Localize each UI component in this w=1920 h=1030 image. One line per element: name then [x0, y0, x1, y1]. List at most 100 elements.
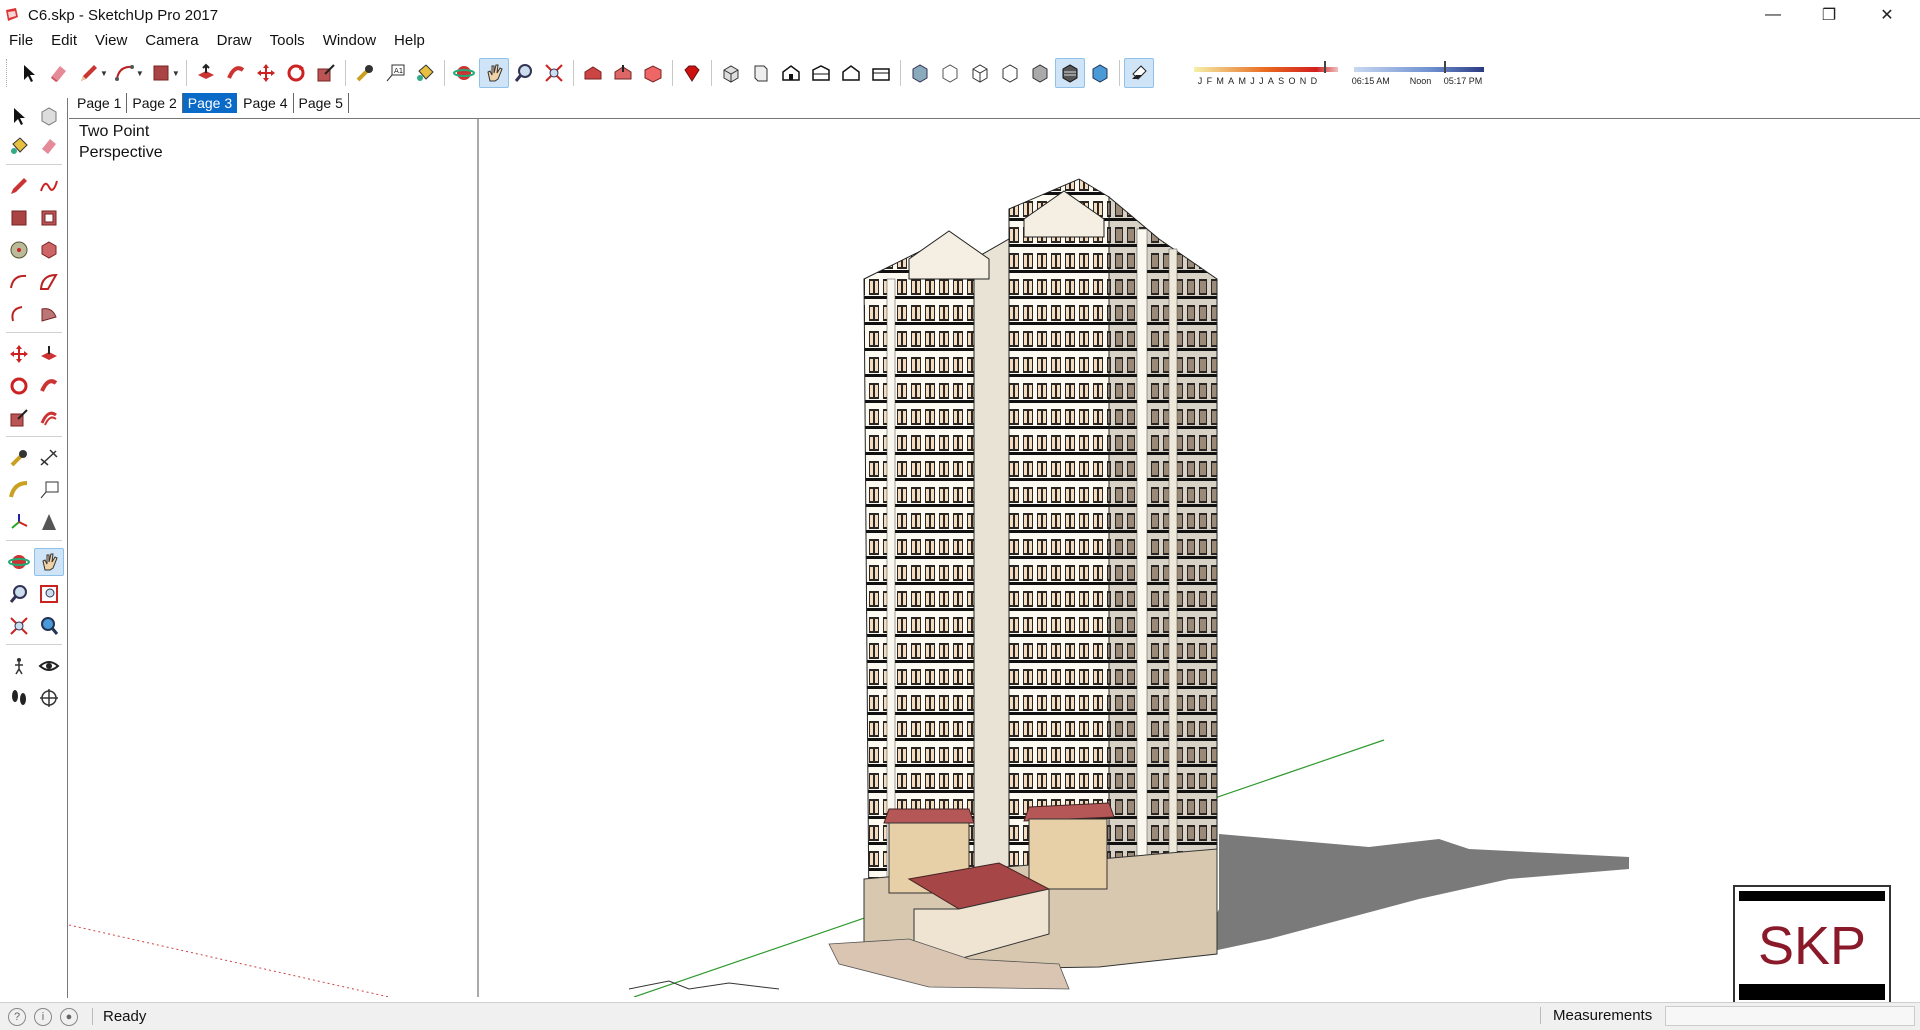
eraser-tool-button[interactable]	[44, 58, 74, 88]
tape-measure-icon	[10, 450, 27, 467]
menu-view[interactable]: View	[86, 30, 136, 52]
share-model-button[interactable]	[608, 58, 638, 88]
move-tool-button-left[interactable]	[4, 340, 34, 368]
section-plane-button[interactable]	[34, 684, 64, 712]
scale-tool-button[interactable]	[311, 58, 341, 88]
position-camera-button[interactable]	[4, 652, 34, 680]
scene-tab-page-5[interactable]: Page 5	[294, 93, 349, 113]
model-viewport[interactable]: Two Point Perspective	[69, 118, 1920, 997]
hidden-line-button[interactable]	[995, 58, 1025, 88]
select-tool-button-left[interactable]	[4, 102, 34, 130]
previous-view-button[interactable]	[34, 612, 64, 640]
rotate-tool-button[interactable]	[281, 58, 311, 88]
menu-draw[interactable]: Draw	[208, 30, 261, 52]
pan-button-left[interactable]	[34, 548, 64, 576]
walk-button[interactable]	[4, 684, 34, 712]
scene-tab-page-2[interactable]: Page 2	[127, 93, 183, 113]
text-tool-button-left[interactable]	[34, 476, 64, 504]
scene-tab-page-4[interactable]: Page 4	[238, 93, 294, 113]
follow-me-button-left[interactable]	[34, 372, 64, 400]
zoom-extents-button-left[interactable]	[4, 612, 34, 640]
component-icon	[41, 107, 57, 126]
pie-tool-button[interactable]	[34, 300, 64, 328]
move-tool-button[interactable]	[251, 58, 281, 88]
paint-bucket-button-left[interactable]	[4, 132, 34, 160]
left-view-button[interactable]	[866, 58, 896, 88]
zoom-button-left[interactable]	[4, 580, 34, 608]
menu-edit[interactable]: Edit	[42, 30, 86, 52]
orbit-button[interactable]	[449, 58, 479, 88]
make-component-button[interactable]	[34, 102, 64, 130]
eraser-button-left[interactable]	[34, 132, 64, 160]
back-view-button[interactable]	[836, 58, 866, 88]
shadows-toggle-button[interactable]	[1123, 58, 1154, 88]
ruby-console-button[interactable]	[677, 58, 707, 88]
arc-dropdown-icon[interactable]: ▼	[136, 69, 144, 78]
tape-measure-button-left[interactable]	[4, 444, 34, 472]
shaded-button[interactable]	[1025, 58, 1055, 88]
restore-button[interactable]: ❐	[1806, 0, 1852, 30]
credits-icon[interactable]: i	[34, 1007, 52, 1026]
rotate-tool-button-left[interactable]	[4, 372, 34, 400]
three-point-arc-button[interactable]	[4, 300, 34, 328]
measurements-input[interactable]	[1665, 1006, 1915, 1026]
scene-label-line-1: Two Point	[79, 123, 150, 140]
menu-camera[interactable]: Camera	[136, 30, 207, 52]
warehouse-button[interactable]	[578, 58, 608, 88]
dimension-tool-button[interactable]	[34, 444, 64, 472]
circle-tool-button[interactable]	[4, 236, 34, 264]
iso-view-button[interactable]	[716, 58, 746, 88]
back-edges-button[interactable]	[935, 58, 965, 88]
follow-me-button[interactable]	[221, 58, 251, 88]
extension-warehouse-button[interactable]	[638, 58, 668, 88]
look-around-button[interactable]	[34, 652, 64, 680]
freehand-tool-button[interactable]	[34, 172, 64, 200]
scene-tab-page-1[interactable]: Page 1	[72, 93, 128, 113]
xray-style-button[interactable]	[905, 58, 935, 88]
toolbar-grip[interactable]	[6, 59, 10, 87]
user-account-icon[interactable]: ●	[60, 1007, 78, 1026]
3d-text-button[interactable]	[34, 508, 64, 536]
menu-window[interactable]: Window	[314, 30, 385, 52]
menu-file[interactable]: File	[0, 30, 42, 52]
wireframe-button[interactable]	[965, 58, 995, 88]
close-button[interactable]: ✕	[1864, 0, 1910, 30]
zoom-extents-button[interactable]	[539, 58, 569, 88]
push-pull-button[interactable]	[191, 58, 221, 88]
tape-measure-button[interactable]	[350, 58, 380, 88]
text-tool-button[interactable]: A1	[380, 58, 410, 88]
push-pull-button-left[interactable]	[34, 340, 64, 368]
back-view-icon	[842, 65, 860, 81]
previous-view-icon	[41, 617, 59, 635]
front-view-button[interactable]	[776, 58, 806, 88]
geolocation-icon[interactable]: ?	[8, 1007, 26, 1026]
right-view-button[interactable]	[806, 58, 836, 88]
rotated-rectangle-button[interactable]	[34, 204, 64, 232]
scene-tab-page-3[interactable]: Page 3	[182, 93, 238, 113]
polygon-tool-button[interactable]	[34, 236, 64, 264]
rectangle-tool-button[interactable]	[4, 204, 34, 232]
protractor-button[interactable]	[4, 476, 34, 504]
menu-tools[interactable]: Tools	[261, 30, 314, 52]
top-view-button[interactable]	[746, 58, 776, 88]
arc-tool-button-left[interactable]	[4, 268, 34, 296]
pencil-dropdown-icon[interactable]: ▼	[100, 69, 108, 78]
orbit-button-left[interactable]	[4, 548, 34, 576]
offset-tool-button[interactable]	[34, 404, 64, 432]
shape-dropdown-icon[interactable]: ▼	[172, 69, 180, 78]
two-point-arc-button[interactable]	[34, 268, 64, 296]
line-tool-button[interactable]	[4, 172, 34, 200]
menu-help[interactable]: Help	[385, 30, 434, 52]
minimize-button[interactable]: —	[1750, 0, 1796, 30]
shaded-textures-button[interactable]	[1054, 58, 1085, 88]
scale-tool-button-left[interactable]	[4, 404, 34, 432]
zoom-button[interactable]	[509, 58, 539, 88]
zoom-window-button[interactable]	[34, 580, 64, 608]
axes-tool-button[interactable]	[4, 508, 34, 536]
building-shadow	[1199, 834, 1629, 954]
pan-button[interactable]	[478, 58, 509, 88]
select-tool-button[interactable]	[14, 58, 44, 88]
monochrome-button[interactable]	[1085, 58, 1115, 88]
skp-logo-text: SKP	[1757, 916, 1867, 976]
paint-bucket-button[interactable]	[410, 58, 440, 88]
